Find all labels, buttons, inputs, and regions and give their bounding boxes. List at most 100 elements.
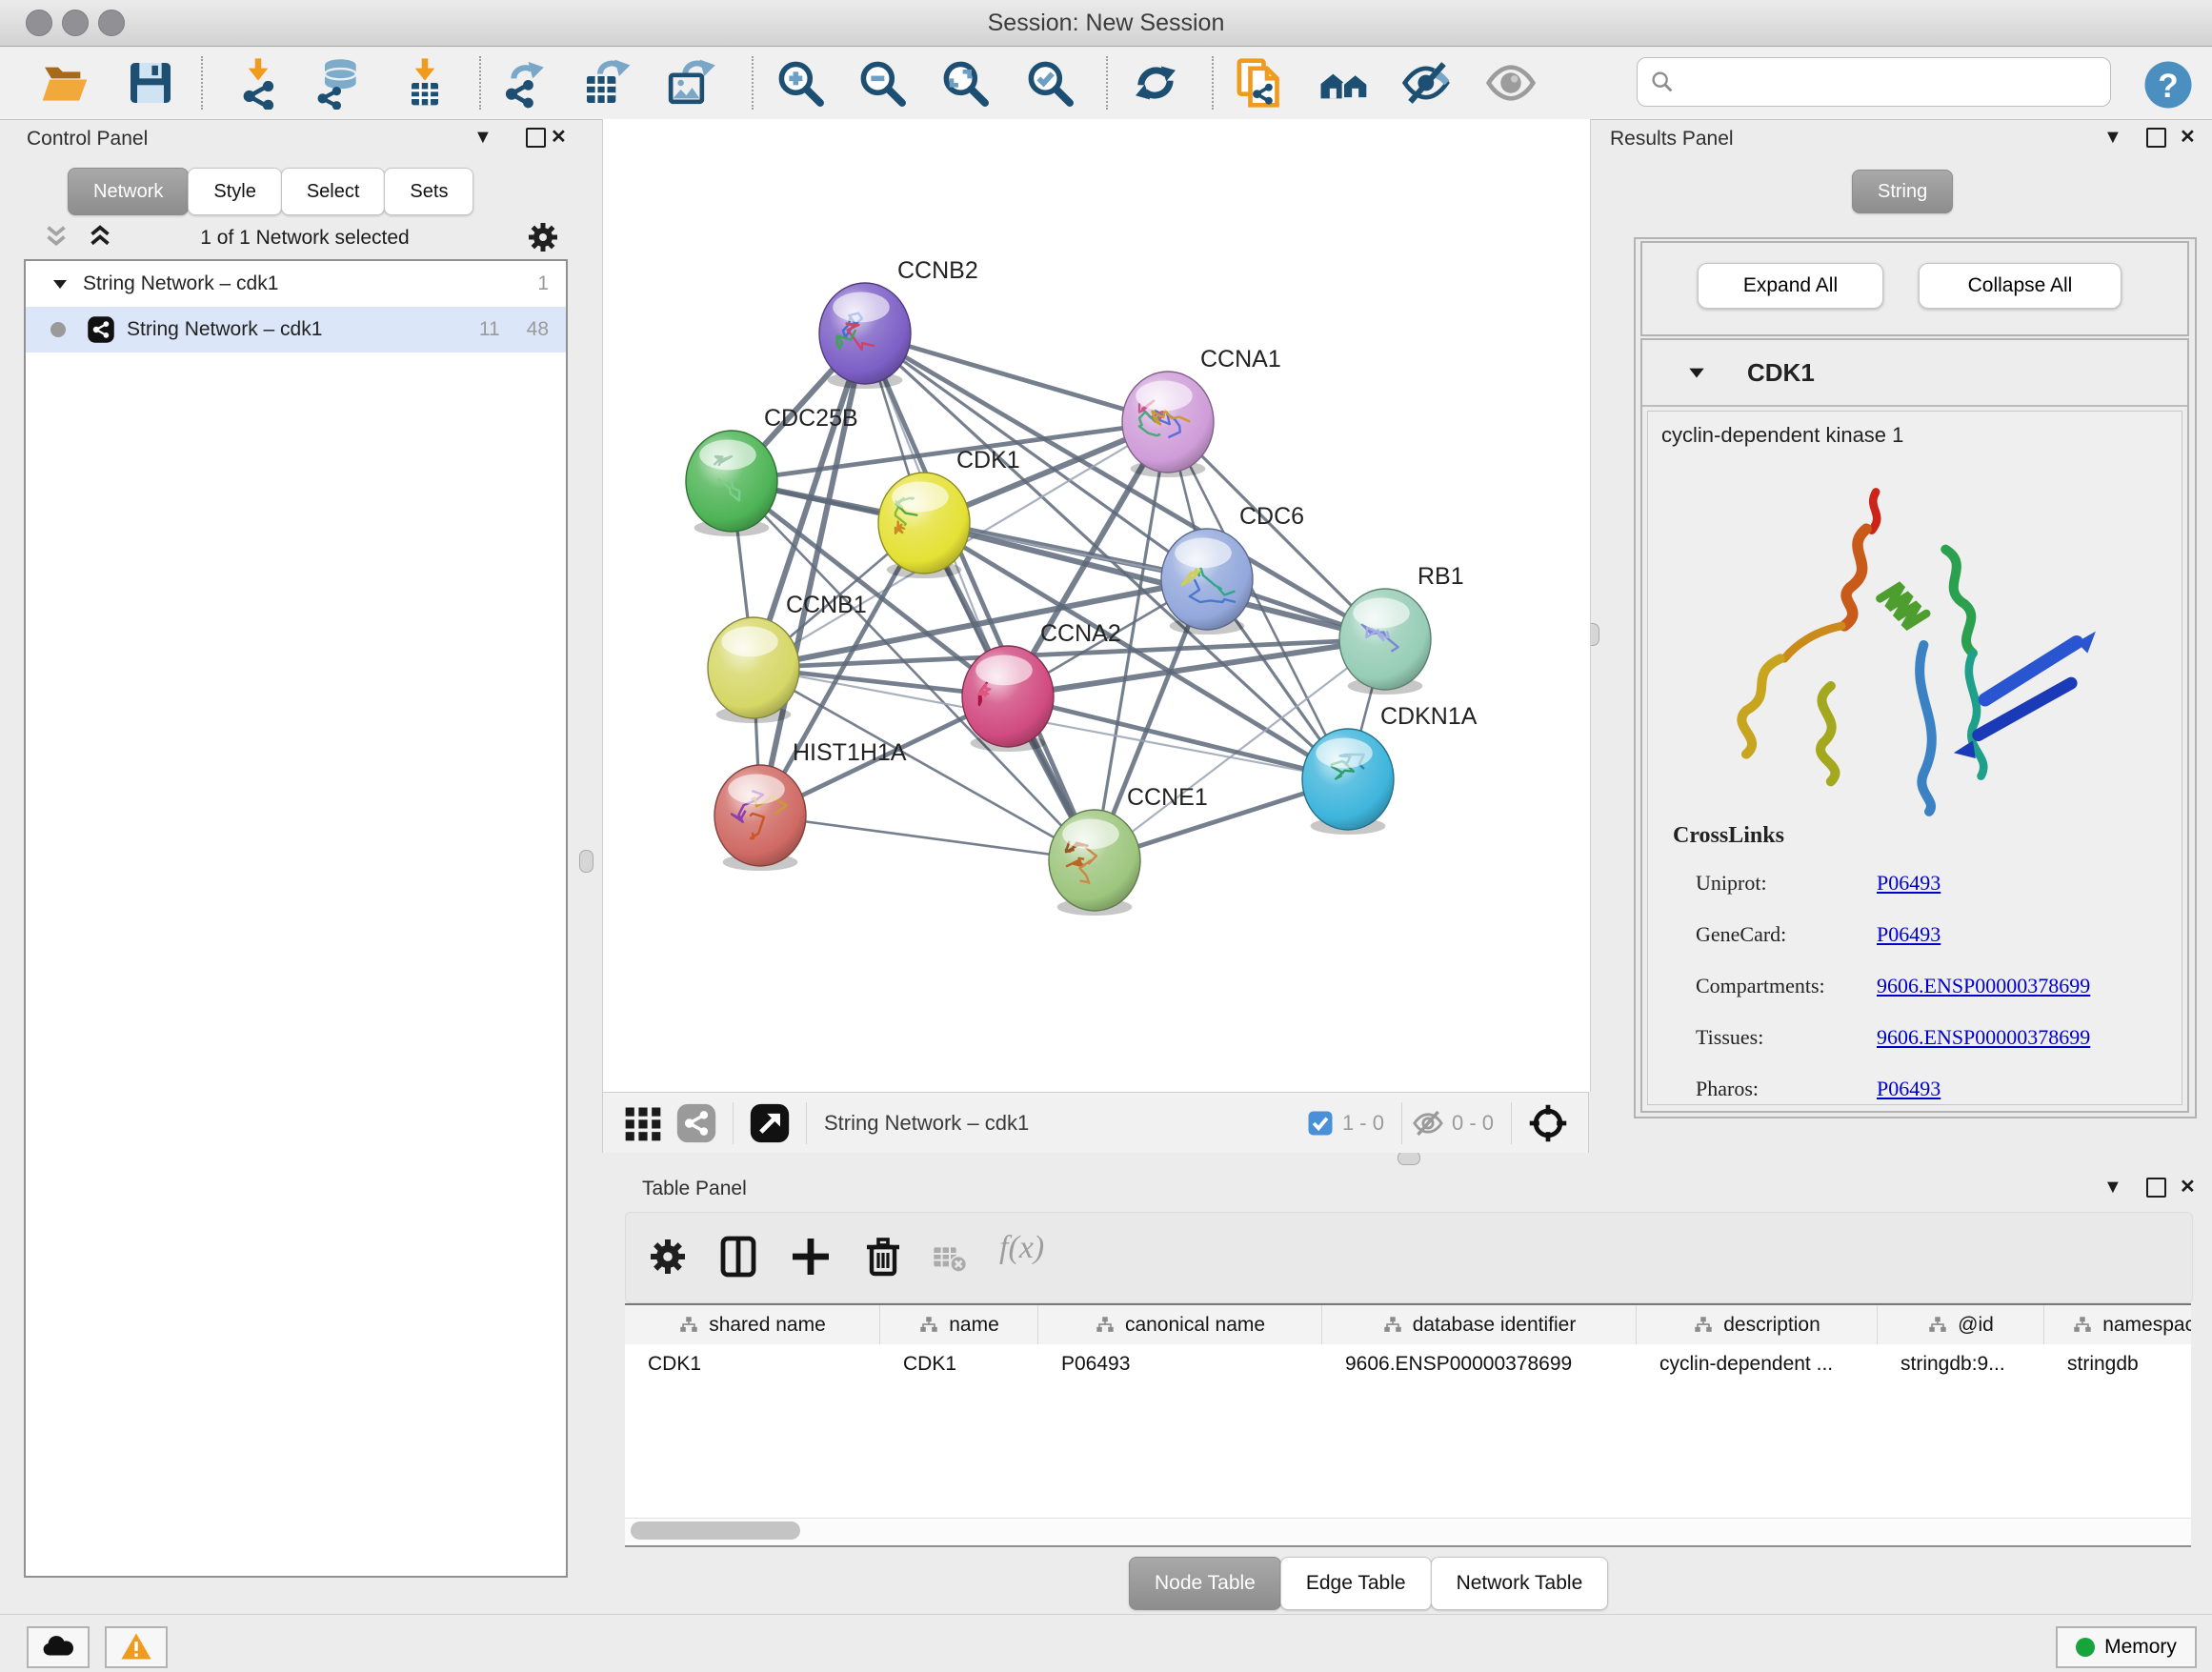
column-header-shared-name[interactable]: shared name xyxy=(625,1305,880,1345)
table-settings-button[interactable] xyxy=(643,1232,693,1281)
import-network-file-button[interactable] xyxy=(230,54,287,111)
zoom-out-button[interactable] xyxy=(854,54,911,111)
tab-node-table[interactable]: Node Table xyxy=(1129,1557,1281,1610)
results-panel-float-button[interactable]: ▼ xyxy=(2103,128,2122,147)
hidden-counts: 0 - 0 xyxy=(1452,1111,1494,1136)
table-horizontal-scrollbar[interactable] xyxy=(625,1518,2191,1547)
table-panel-close-button[interactable]: ✕ xyxy=(2180,1178,2196,1197)
collapse-all-button[interactable]: Collapse All xyxy=(1919,263,2122,309)
scrollbar-thumb[interactable] xyxy=(631,1521,800,1540)
clone-network-button[interactable] xyxy=(1232,54,1289,111)
column-header-database-identifier[interactable]: database identifier xyxy=(1322,1305,1637,1345)
control-panel-close-button[interactable]: ✕ xyxy=(551,128,567,147)
memory-button[interactable]: Memory xyxy=(2056,1626,2197,1668)
network-node-CCNB2[interactable]: CCNB2 xyxy=(819,257,978,389)
network-node-CCNE1[interactable]: CCNE1 xyxy=(1049,784,1208,916)
table-cell[interactable]: 9606.ENSP00000378699 xyxy=(1322,1344,1637,1384)
control-panel-float-button[interactable]: ▼ xyxy=(473,128,493,147)
refresh-button[interactable] xyxy=(1127,54,1184,111)
tab-style[interactable]: Style xyxy=(188,168,281,215)
warnings-button[interactable] xyxy=(105,1626,168,1668)
cloud-status-button[interactable] xyxy=(27,1626,90,1668)
table-cell[interactable]: P06493 xyxy=(1038,1344,1322,1384)
function-builder-button[interactable]: f(x) xyxy=(999,1230,1044,1266)
results-panel-close-button[interactable]: ✕ xyxy=(2180,128,2196,147)
export-table-button[interactable] xyxy=(578,54,635,111)
table-cell[interactable]: stringdb xyxy=(2044,1344,2191,1384)
open-file-button[interactable] xyxy=(36,54,93,111)
network-canvas[interactable]: CCNB2CCNA1CDC25BCDK1CDC6RB1CCNB1CCNA2CDK… xyxy=(602,119,1591,1092)
zoom-fit-button[interactable] xyxy=(936,54,994,111)
column-header--id[interactable]: @id xyxy=(1878,1305,2044,1345)
help-button[interactable]: ? xyxy=(2140,56,2197,113)
table-toolbar: f(x) xyxy=(625,1212,2193,1303)
network-row[interactable]: String Network – cdk1 11 48 xyxy=(26,307,566,353)
column-tree-icon xyxy=(918,1315,939,1336)
detach-view-button[interactable] xyxy=(749,1102,791,1144)
table-cell[interactable]: CDK1 xyxy=(625,1344,880,1384)
import-table-button[interactable] xyxy=(396,54,453,111)
tab-edge-table[interactable]: Edge Table xyxy=(1280,1557,1432,1610)
toolbar-separator xyxy=(806,1102,807,1144)
left-splitter-handle[interactable] xyxy=(579,850,593,873)
tab-sets[interactable]: Sets xyxy=(384,168,473,215)
crosslink-link[interactable]: P06493 xyxy=(1877,922,1941,946)
network-node-HIST1H1A[interactable]: HIST1H1A xyxy=(714,739,907,871)
expand-all-networks-button[interactable] xyxy=(78,221,122,258)
column-header-canonical-name[interactable]: canonical name xyxy=(1038,1305,1322,1345)
control-panel-maximize-button[interactable] xyxy=(526,128,546,151)
delete-table-button[interactable] xyxy=(929,1238,971,1279)
network-options-gear-button[interactable] xyxy=(518,217,568,260)
export-image-button[interactable] xyxy=(661,54,718,111)
network-node-CDK1[interactable]: CDK1 xyxy=(878,447,1020,578)
hidden-eye-icon[interactable] xyxy=(1412,1107,1444,1139)
crosslink-link[interactable]: 9606.ENSP00000378699 xyxy=(1877,1025,2090,1049)
show-columns-button[interactable] xyxy=(714,1232,763,1281)
save-session-button[interactable] xyxy=(122,54,179,111)
horizontal-splitter-handle[interactable] xyxy=(1398,1151,1420,1165)
search-input[interactable] xyxy=(1683,62,2097,102)
network-collection-row[interactable]: String Network – cdk1 1 xyxy=(26,261,566,307)
birds-eye-view-button[interactable] xyxy=(1527,1102,1569,1144)
table-row[interactable]: CDK1CDK1P064939606.ENSP00000378699cyclin… xyxy=(625,1344,2191,1384)
zoom-in-button[interactable] xyxy=(772,54,829,111)
column-label: @id xyxy=(1958,1314,1994,1337)
delete-column-button[interactable] xyxy=(858,1232,908,1281)
import-network-database-button[interactable] xyxy=(310,54,367,111)
export-network-button[interactable] xyxy=(496,54,553,111)
tab-network[interactable]: Network xyxy=(68,168,189,215)
network-node-CDKN1A[interactable]: CDKN1A xyxy=(1302,703,1478,835)
table-cell[interactable]: cyclin-dependent ... xyxy=(1637,1344,1878,1384)
expand-all-button[interactable]: Expand All xyxy=(1698,263,1883,309)
crosslink-link[interactable]: P06493 xyxy=(1877,1077,1941,1100)
node-label: CCNB2 xyxy=(897,257,978,284)
show-hidden-button[interactable] xyxy=(1482,54,1539,111)
network-node-CDC25B[interactable]: CDC25B xyxy=(686,405,858,536)
network-selection-status: 1 of 1 Network selected xyxy=(133,227,476,250)
column-header-name[interactable]: name xyxy=(880,1305,1038,1345)
gene-section-header[interactable]: CDK1 xyxy=(1642,340,2187,407)
crosslink-link[interactable]: P06493 xyxy=(1877,871,1941,895)
grid-view-button[interactable] xyxy=(622,1102,664,1144)
hide-selected-button[interactable] xyxy=(1398,54,1456,111)
column-header-namespace[interactable]: namespace xyxy=(2044,1305,2191,1345)
add-column-button[interactable] xyxy=(786,1232,835,1281)
zoom-selected-button[interactable] xyxy=(1021,54,1078,111)
network-node-RB1[interactable]: RB1 xyxy=(1339,563,1464,695)
tab-network-table[interactable]: Network Table xyxy=(1431,1557,1609,1610)
table-cell[interactable]: stringdb:9... xyxy=(1878,1344,2044,1384)
selected-checkbox-icon[interactable] xyxy=(1306,1109,1335,1138)
tab-string[interactable]: String xyxy=(1852,170,1953,213)
tab-select[interactable]: Select xyxy=(281,168,386,215)
crosslink-link[interactable]: 9606.ENSP00000378699 xyxy=(1877,974,2090,997)
home-button[interactable] xyxy=(1316,54,1373,111)
crosslink-row: Uniprot:P06493 xyxy=(1696,871,1941,896)
results-panel-maximize-button[interactable] xyxy=(2146,128,2166,151)
column-header-description[interactable]: description xyxy=(1637,1305,1878,1345)
network-view-mode-button[interactable] xyxy=(675,1102,717,1144)
table-cell[interactable]: CDK1 xyxy=(880,1344,1038,1384)
collapse-all-networks-button[interactable] xyxy=(34,221,78,258)
table-panel-maximize-button[interactable] xyxy=(2146,1178,2166,1201)
crosslink-row: Tissues:9606.ENSP00000378699 xyxy=(1696,1025,2090,1050)
table-panel-float-button[interactable]: ▼ xyxy=(2103,1178,2122,1197)
